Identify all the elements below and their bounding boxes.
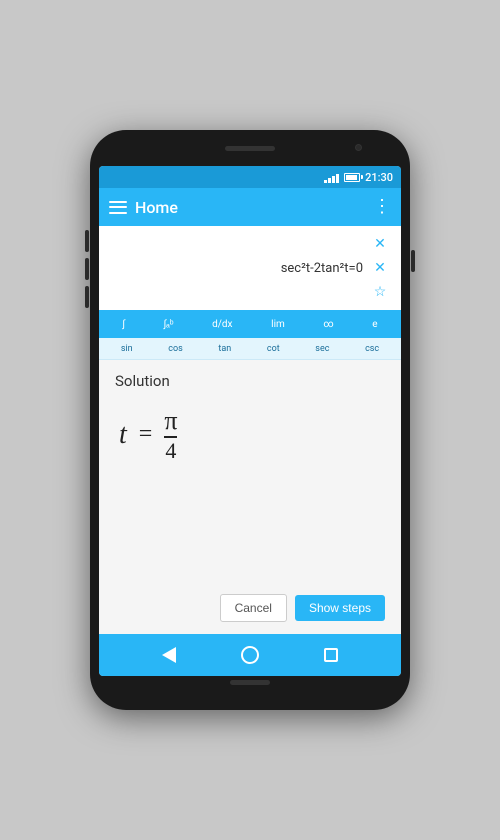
nav-home-button[interactable] — [239, 644, 261, 666]
content-area: ✕ sec²t-2tan²t=0 ✕ ☆ ∫ ∫ₐᵇ d/dx lim ∞ — [99, 226, 401, 634]
volume-buttons — [85, 230, 89, 308]
trig-row: sin cos tan cot sec csc — [99, 338, 401, 360]
back-icon — [162, 647, 176, 663]
input-row-expression: sec²t-2tan²t=0 ✕ — [111, 258, 389, 278]
input-area: ✕ sec²t-2tan²t=0 ✕ ☆ — [99, 226, 401, 310]
trig-cos[interactable]: cos — [164, 342, 187, 356]
solution-panel: Solution t = π 4 Cancel Show steps — [99, 360, 401, 634]
trig-sin[interactable]: sin — [117, 342, 137, 356]
trig-sec[interactable]: sec — [311, 342, 333, 356]
app-bar: Home ⋮ — [99, 188, 401, 226]
toolbar-def-integral[interactable]: ∫ₐᵇ — [159, 317, 177, 332]
input-row-empty: ✕ — [111, 234, 389, 254]
solution-math: t = π 4 — [115, 400, 385, 470]
status-time: 21:30 — [365, 171, 393, 184]
show-steps-button[interactable]: Show steps — [295, 595, 385, 621]
favorite-icon[interactable]: ☆ — [371, 284, 389, 300]
fraction-numerator: π — [164, 408, 177, 434]
trig-tan[interactable]: tan — [214, 342, 235, 356]
solution-title: Solution — [115, 372, 385, 390]
home-icon — [241, 646, 259, 664]
fraction-denominator: 4 — [165, 440, 176, 462]
phone-screen: 21:30 Home ⋮ ✕ sec²t-2tan²t=0 — [99, 166, 401, 676]
toolbar-euler[interactable]: e — [368, 317, 381, 332]
phone-frame: 21:30 Home ⋮ ✕ sec²t-2tan²t=0 — [90, 130, 410, 710]
speaker — [225, 146, 275, 151]
power-button — [411, 250, 415, 272]
trig-cot[interactable]: cot — [263, 342, 284, 356]
status-bar: 21:30 — [99, 166, 401, 188]
camera — [355, 144, 362, 151]
phone-top — [98, 144, 402, 162]
delete-expression-icon[interactable]: ✕ — [371, 260, 389, 276]
toolbar-derivative[interactable]: d/dx — [208, 317, 236, 332]
solution-equals: = — [139, 421, 153, 448]
status-icons: 21:30 — [324, 171, 393, 184]
app-title: Home — [135, 198, 365, 217]
nav-recents-button[interactable] — [320, 644, 342, 666]
toolbar-integral[interactable]: ∫ — [118, 317, 129, 332]
math-expression[interactable]: sec²t-2tan²t=0 — [111, 261, 371, 276]
trig-csc[interactable]: csc — [361, 342, 383, 356]
clear-icon[interactable]: ✕ — [371, 236, 389, 252]
more-options-icon[interactable]: ⋮ — [373, 198, 391, 216]
solution-variable: t — [119, 419, 127, 451]
solution-fraction: π 4 — [164, 408, 177, 462]
toolbar-infinity[interactable]: ∞ — [319, 317, 337, 332]
nav-bar — [99, 634, 401, 676]
math-toolbar: ∫ ∫ₐᵇ d/dx lim ∞ e — [99, 310, 401, 338]
recents-icon — [324, 648, 338, 662]
home-button[interactable] — [230, 680, 270, 685]
toolbar-limit[interactable]: lim — [267, 317, 289, 332]
battery-icon — [344, 173, 360, 182]
input-row-star: ☆ — [111, 282, 389, 302]
signal-icon — [324, 172, 339, 183]
nav-back-button[interactable] — [158, 644, 180, 666]
cancel-button[interactable]: Cancel — [220, 594, 287, 622]
menu-icon[interactable] — [109, 201, 127, 214]
action-buttons: Cancel Show steps — [115, 582, 385, 622]
phone-bottom — [98, 680, 402, 685]
